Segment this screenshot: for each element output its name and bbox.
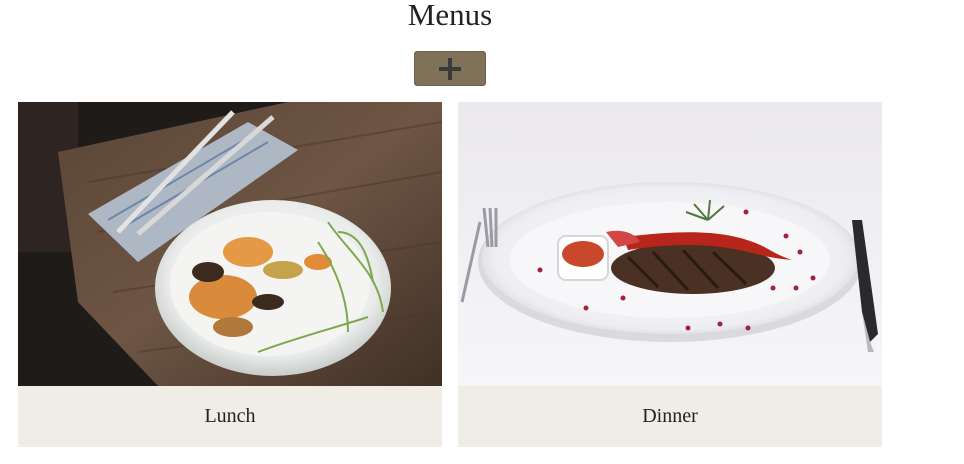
dinner-photo: [458, 102, 882, 386]
menu-card-label: Dinner: [458, 386, 882, 447]
menu-card-lunch[interactable]: Lunch: [18, 102, 442, 447]
plus-icon: [439, 57, 461, 80]
lunch-photo: [18, 102, 442, 386]
add-menu-button[interactable]: [414, 51, 486, 86]
page-title: Menus: [407, 0, 493, 32]
menu-card-dinner[interactable]: Dinner: [458, 102, 882, 447]
menu-card-label: Lunch: [18, 386, 442, 447]
